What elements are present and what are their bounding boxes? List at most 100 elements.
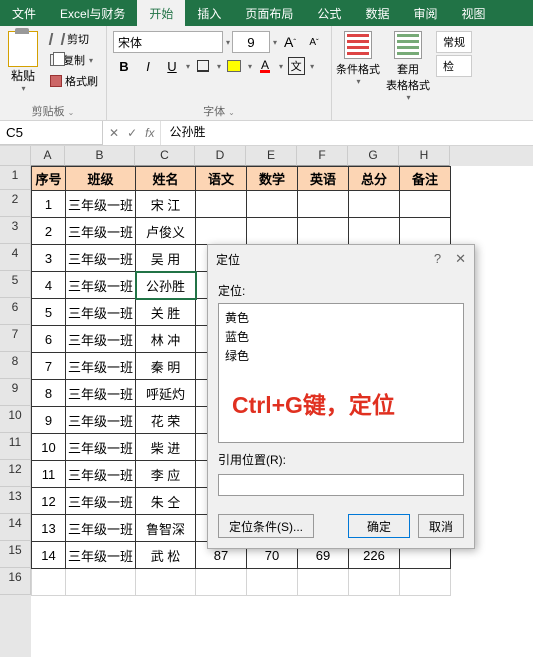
tab-页面布局[interactable]: 页面布局 <box>233 0 305 26</box>
cell[interactable] <box>247 218 298 245</box>
enter-formula-icon[interactable]: ✓ <box>127 126 137 140</box>
cell[interactable]: 11 <box>32 461 66 488</box>
cell[interactable]: 三年级一班 <box>66 191 136 218</box>
cell[interactable] <box>400 191 451 218</box>
tab-插入[interactable]: 插入 <box>185 0 233 26</box>
cancel-formula-icon[interactable]: ✕ <box>109 126 119 140</box>
phonetic-button[interactable]: 文 <box>285 55 307 77</box>
list-item[interactable]: 蓝色 <box>225 327 457 346</box>
cell[interactable]: 4 <box>32 272 66 299</box>
cell[interactable] <box>298 191 349 218</box>
cell[interactable]: 三年级一班 <box>66 380 136 407</box>
row-header-15[interactable]: 15 <box>0 541 31 568</box>
cell-style-check[interactable]: 检 <box>436 55 472 77</box>
tab-Excel与财务[interactable]: Excel与财务 <box>48 0 137 26</box>
cell[interactable]: 10 <box>32 434 66 461</box>
cell[interactable]: 14 <box>32 542 66 569</box>
cell[interactable] <box>349 191 400 218</box>
font-size-input[interactable] <box>232 31 270 53</box>
tab-审阅[interactable]: 审阅 <box>401 0 449 26</box>
cell[interactable]: 12 <box>32 488 66 515</box>
bold-button[interactable]: B <box>113 55 135 77</box>
cell[interactable] <box>298 569 349 596</box>
cell[interactable]: 吴 用 <box>136 245 196 272</box>
cell[interactable] <box>196 191 247 218</box>
format-painter-button[interactable]: 格式刷 <box>46 71 102 91</box>
cell[interactable]: 1 <box>32 191 66 218</box>
cell[interactable]: 林 冲 <box>136 326 196 353</box>
cell[interactable] <box>400 218 451 245</box>
row-header-14[interactable]: 14 <box>0 514 31 541</box>
col-header-E[interactable]: E <box>246 146 297 166</box>
copy-button[interactable]: 复制▾ <box>46 50 102 70</box>
cell[interactable]: 三年级一班 <box>66 434 136 461</box>
cell[interactable]: 呼延灼 <box>136 380 196 407</box>
cell[interactable] <box>400 569 451 596</box>
col-header-A[interactable]: A <box>31 146 65 166</box>
italic-button[interactable]: I <box>137 55 159 77</box>
row-header-2[interactable]: 2 <box>0 190 31 217</box>
cell[interactable]: 三年级一班 <box>66 515 136 542</box>
tab-文件[interactable]: 文件 <box>0 0 48 26</box>
font-name-input[interactable] <box>113 31 223 53</box>
row-header-16[interactable]: 16 <box>0 568 31 595</box>
row-header-12[interactable]: 12 <box>0 460 31 487</box>
header-cell[interactable]: 班级 <box>66 167 136 191</box>
row-header-13[interactable]: 13 <box>0 487 31 514</box>
formula-input[interactable]: 公孙胜 <box>161 121 533 145</box>
cell[interactable]: 李 应 <box>136 461 196 488</box>
col-header-D[interactable]: D <box>195 146 246 166</box>
col-header-C[interactable]: C <box>135 146 195 166</box>
cell[interactable]: 8 <box>32 380 66 407</box>
col-header-F[interactable]: F <box>297 146 348 166</box>
tab-公式[interactable]: 公式 <box>305 0 353 26</box>
row-header-3[interactable]: 3 <box>0 217 31 244</box>
special-button[interactable]: 定位条件(S)... <box>218 514 314 538</box>
cell[interactable]: 花 荣 <box>136 407 196 434</box>
cell[interactable]: 三年级一班 <box>66 299 136 326</box>
reference-input[interactable] <box>218 474 464 496</box>
cancel-button[interactable]: 取消 <box>418 514 464 538</box>
name-box[interactable] <box>0 121 103 145</box>
cell[interactable]: 柴 进 <box>136 434 196 461</box>
cell[interactable]: 公孙胜 <box>136 272 196 299</box>
cell[interactable]: 关 胜 <box>136 299 196 326</box>
cell[interactable]: 武 松 <box>136 542 196 569</box>
cell[interactable]: 秦 明 <box>136 353 196 380</box>
header-cell[interactable]: 总分 <box>349 167 400 191</box>
cell[interactable]: 三年级一班 <box>66 488 136 515</box>
header-cell[interactable]: 序号 <box>32 167 66 191</box>
cell[interactable]: 13 <box>32 515 66 542</box>
col-header-H[interactable]: H <box>399 146 450 166</box>
cell[interactable]: 鲁智深 <box>136 515 196 542</box>
conditional-format-button[interactable]: 条件格式▾ <box>336 31 380 86</box>
header-cell[interactable]: 备注 <box>400 167 451 191</box>
cell[interactable]: 三年级一班 <box>66 245 136 272</box>
increase-font-button[interactable]: Aˆ <box>279 31 301 53</box>
cut-button[interactable]: 剪切 <box>46 29 102 49</box>
cell[interactable]: 3 <box>32 245 66 272</box>
cell[interactable] <box>32 569 66 596</box>
row-header-6[interactable]: 6 <box>0 298 31 325</box>
cell-style-normal[interactable]: 常规 <box>436 31 472 53</box>
cell[interactable]: 6 <box>32 326 66 353</box>
help-icon[interactable]: ? <box>434 251 441 268</box>
cell[interactable]: 三年级一班 <box>66 218 136 245</box>
tab-数据[interactable]: 数据 <box>353 0 401 26</box>
cell[interactable]: 三年级一班 <box>66 353 136 380</box>
cell[interactable] <box>247 191 298 218</box>
cell[interactable]: 宋 江 <box>136 191 196 218</box>
cell[interactable] <box>196 218 247 245</box>
tab-视图[interactable]: 视图 <box>449 0 497 26</box>
row-header-5[interactable]: 5 <box>0 271 31 298</box>
header-cell[interactable]: 语文 <box>196 167 247 191</box>
row-header-10[interactable]: 10 <box>0 406 31 433</box>
ok-button[interactable]: 确定 <box>348 514 410 538</box>
cell[interactable]: 卢俊义 <box>136 218 196 245</box>
row-header-7[interactable]: 7 <box>0 325 31 352</box>
row-header-9[interactable]: 9 <box>0 379 31 406</box>
cell[interactable] <box>66 569 136 596</box>
table-format-button[interactable]: 套用 表格格式▾ <box>386 31 430 102</box>
font-color-button[interactable]: A <box>254 55 276 77</box>
cell[interactable]: 三年级一班 <box>66 407 136 434</box>
